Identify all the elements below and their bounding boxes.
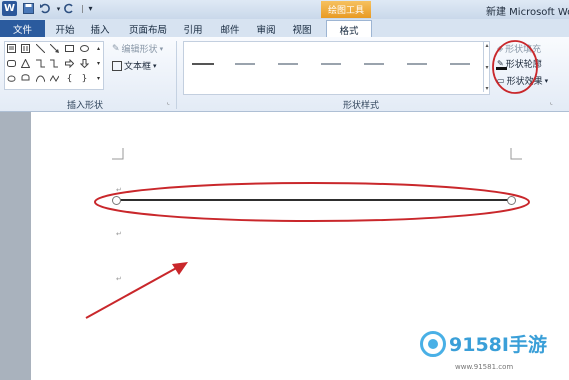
line-shape-icon[interactable]: [36, 44, 45, 53]
gallery-scroll-down-icon[interactable]: ▾: [94, 59, 103, 68]
line-style-preset[interactable]: [450, 63, 470, 65]
freeform-shape-icon[interactable]: [50, 74, 59, 83]
undo-icon[interactable]: [38, 2, 51, 15]
chevron-down-icon: ▾: [544, 76, 549, 85]
document-title: 新建 Microsoft Word: [486, 7, 569, 18]
text-box-icon: [112, 60, 122, 71]
line-style-preset[interactable]: [321, 63, 341, 65]
line-style-preset[interactable]: [235, 63, 255, 65]
triangle-shape-icon[interactable]: [21, 59, 30, 68]
annotation-ellipse: [94, 182, 530, 222]
edit-shape-label: 编辑形状: [121, 45, 158, 55]
edit-shape-button[interactable]: ✎ 编辑形状 ▾: [112, 42, 164, 56]
curve-shape-icon[interactable]: [36, 74, 45, 83]
tab-insert[interactable]: 插入: [87, 20, 113, 37]
insert-shapes-dialog-launcher-icon[interactable]: ⌞: [167, 99, 170, 106]
word-app-icon[interactable]: W: [2, 1, 17, 16]
customize-quick-access-icon[interactable]: ▾: [84, 2, 97, 15]
tab-page-layout[interactable]: 页面布局: [124, 20, 172, 37]
chevron-down-icon: ▾: [153, 61, 157, 70]
rounded-rectangle-shape-icon[interactable]: [7, 59, 16, 68]
text-box-button[interactable]: 文本框 ▾: [112, 59, 157, 72]
edit-shape-icon: ✎: [112, 43, 120, 54]
watermark-url: www.91581.com: [455, 363, 514, 371]
textbox-shape-icon[interactable]: [7, 44, 16, 53]
watermark-text: 9158I手游: [449, 334, 547, 356]
gallery-scroll-up-icon[interactable]: ▴: [94, 44, 103, 53]
tab-file[interactable]: 文件: [0, 20, 45, 37]
vertical-textbox-shape-icon[interactable]: [21, 44, 30, 53]
crop-mark-top-left: [112, 148, 124, 160]
save-icon[interactable]: [22, 2, 35, 15]
crop-mark-top-right: [510, 148, 522, 160]
watermark: 9158I手游: [420, 330, 547, 357]
left-brace-shape-icon[interactable]: {: [65, 74, 74, 84]
watermark-logo: [420, 330, 446, 357]
chevron-down-icon[interactable]: ▾: [485, 64, 488, 71]
gallery-more-icon[interactable]: ▾: [485, 85, 488, 92]
rectangle-shape-icon[interactable]: [65, 44, 74, 53]
insert-shapes-group-label: 插入形状: [67, 101, 104, 111]
arrow-line-shape-icon[interactable]: [50, 44, 59, 53]
shape-styles-dialog-launcher-icon[interactable]: ⌞: [550, 99, 553, 106]
line-style-preset[interactable]: [278, 63, 298, 65]
right-arrow-shape-icon[interactable]: [65, 59, 74, 68]
group-separator: [176, 41, 177, 109]
shape-styles-gallery: [183, 41, 490, 95]
down-arrow-shape-icon[interactable]: [80, 59, 89, 68]
text-box-label: 文本框: [124, 62, 152, 72]
chevron-up-icon[interactable]: ▴: [485, 42, 488, 49]
oval-shape-icon[interactable]: [80, 44, 89, 53]
redo-icon[interactable]: [63, 2, 76, 15]
annotation-circle: [492, 40, 538, 94]
tab-view[interactable]: 视图: [289, 20, 315, 37]
styles-gallery-scroll[interactable]: ▴ ▾ ▾: [483, 42, 490, 92]
rounded-callout-shape-icon[interactable]: [21, 74, 30, 83]
elbow-connector-shape-icon[interactable]: [36, 59, 45, 68]
line-style-preset[interactable]: [364, 63, 384, 65]
tab-review[interactable]: 审阅: [253, 20, 279, 37]
tab-format[interactable]: 格式: [326, 20, 372, 38]
gallery-more-icon[interactable]: ▾: [94, 74, 103, 83]
line-style-preset[interactable]: [407, 63, 427, 65]
right-brace-shape-icon[interactable]: }: [80, 74, 89, 84]
tab-mailings[interactable]: 邮件: [217, 20, 243, 37]
paragraph-mark: ↵: [116, 230, 122, 238]
flowchart-shape-icon[interactable]: [7, 74, 16, 83]
line-style-preset[interactable]: [192, 63, 214, 65]
drawing-tools-context-title: 绘图工具: [321, 1, 371, 18]
chevron-down-icon: ▾: [159, 44, 164, 53]
elbow-arrow-connector-shape-icon[interactable]: [50, 59, 59, 68]
shape-styles-group-label: 形状样式: [343, 101, 380, 111]
ribbon-tab-bar: [0, 19, 569, 38]
tab-home[interactable]: 开始: [52, 20, 78, 37]
tab-references[interactable]: 引用: [180, 20, 206, 37]
annotation-arrow: [85, 262, 188, 319]
